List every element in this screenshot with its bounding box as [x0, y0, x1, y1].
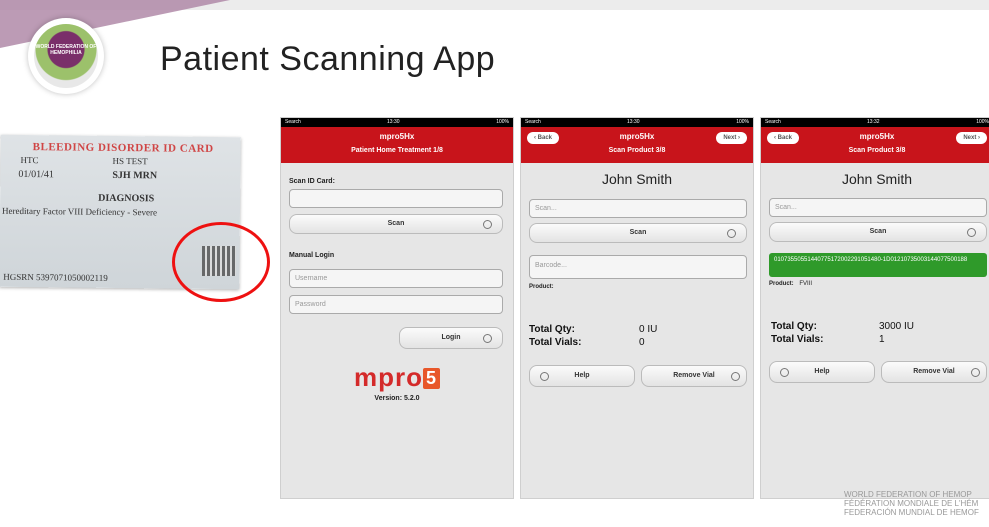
status-time: 13:30	[627, 119, 640, 125]
remove-vial-label: Remove Vial	[673, 372, 715, 379]
barcode-field[interactable]: 01073550551440775172002291051480-1D01210…	[769, 253, 987, 277]
next-button[interactable]: Next ›	[956, 132, 987, 144]
patient-name: John Smith	[601, 171, 673, 187]
footer-line-1: WORLD FEDERATION OF HEMOP	[844, 490, 972, 499]
highlight-circle	[172, 222, 270, 302]
status-bar: Search 13:30 100%	[281, 118, 513, 127]
product-value: FVIII	[799, 281, 813, 287]
product-label: Product: FVIII	[769, 281, 812, 287]
total-vials-value: 0	[639, 337, 645, 348]
status-carrier: Search	[765, 119, 781, 125]
remove-vial-label: Remove Vial	[913, 368, 955, 375]
circle-icon	[540, 372, 549, 381]
html5-shield-icon: 5	[422, 368, 440, 389]
status-battery: 100%	[976, 119, 989, 125]
screen-subtitle: Patient Home Treatment 1/8	[351, 147, 443, 154]
scan-button[interactable]: Scan	[289, 214, 503, 234]
slide: WORLD FEDERATION OF HEMOPHILIA Patient S…	[0, 0, 989, 527]
wfh-logo: WORLD FEDERATION OF HEMOPHILIA	[28, 18, 104, 94]
status-battery: 100%	[496, 119, 509, 125]
status-bar: Search 13:32 100%	[761, 118, 989, 127]
status-time: 13:32	[867, 119, 880, 125]
help-button-label: Help	[814, 368, 830, 375]
total-vials-label: Total Vials:	[529, 337, 582, 348]
product-label-text: Product:	[769, 281, 794, 287]
login-button[interactable]: Login	[399, 327, 503, 349]
circle-icon	[971, 368, 980, 377]
total-qty-value: 0 IU	[639, 324, 658, 335]
next-button[interactable]: Next ›	[716, 132, 747, 144]
nav-bar: ‹ Back mpro5Hx Next › Scan Product 3/8	[761, 127, 989, 163]
card-mrn: SJH MRN	[112, 169, 158, 182]
scan-button[interactable]: Scan	[769, 222, 987, 242]
status-time: 13:30	[387, 119, 400, 125]
manual-login-label: Manual Login	[289, 252, 335, 259]
username-field[interactable]: Username	[289, 269, 503, 288]
scan-id-label: Scan ID Card:	[289, 178, 335, 185]
card-diagnosis-heading: DIAGNOSIS	[98, 192, 155, 205]
card-hgsrn: HGSRN 5397071050002119	[3, 271, 108, 283]
help-button[interactable]: Help	[529, 365, 635, 387]
patient-name: John Smith	[841, 171, 913, 187]
footer-line-3: FEDERACIÓN MUNDIAL DE HEMOF	[844, 508, 979, 517]
total-qty-label: Total Qty:	[771, 321, 817, 332]
scan-button[interactable]: Scan	[529, 223, 747, 243]
circle-icon	[731, 372, 740, 381]
card-htc: HTC	[20, 154, 39, 166]
remove-vial-button[interactable]: Remove Vial	[641, 365, 747, 387]
card-date: 01/01/41	[18, 168, 55, 181]
total-vials-label: Total Vials:	[771, 334, 824, 345]
logo-emblem-icon	[34, 24, 98, 88]
back-button[interactable]: ‹ Back	[767, 132, 800, 144]
card-hs-test: HS TEST	[112, 155, 148, 167]
circle-icon	[780, 368, 789, 377]
total-vials-value: 1	[879, 334, 885, 345]
scan-button-label: Scan	[869, 228, 887, 235]
circle-icon	[727, 229, 736, 238]
mpro5-logo: mpro 5	[281, 362, 513, 393]
help-button-label: Help	[574, 372, 590, 379]
phone-screen-login: Search 13:30 100% mpro5Hx Patient Home T…	[280, 117, 514, 499]
login-button-label: Login	[441, 334, 461, 341]
status-battery: 100%	[736, 119, 749, 125]
back-label: Back	[777, 135, 793, 141]
app-title: mpro5Hx	[379, 132, 415, 141]
scan-field[interactable]: Scan...	[769, 198, 987, 217]
brand-text: mpro	[353, 362, 423, 392]
scan-button-label: Scan	[387, 220, 405, 227]
total-qty-value: 3000 IU	[879, 321, 915, 332]
nav-bar: mpro5Hx Patient Home Treatment 1/8	[281, 127, 513, 163]
barcode-field[interactable]: Barcode...	[529, 255, 747, 279]
logo-text: WORLD FEDERATION OF HEMOPHILIA	[35, 44, 97, 56]
next-label: Next	[963, 135, 977, 141]
nav-bar: ‹ Back mpro5Hx Next › Scan Product 3/8	[521, 127, 753, 163]
card-title: BLEEDING DISORDER ID CARD	[32, 141, 214, 155]
slide-title: Patient Scanning App	[160, 40, 496, 78]
status-bar: Search 13:30 100%	[521, 118, 753, 127]
wfh-footer: WORLD FEDERATION OF HEMOP FÉDÉRATION MON…	[844, 490, 979, 517]
circle-icon	[483, 220, 492, 229]
circle-icon	[483, 334, 492, 343]
password-field[interactable]: Password	[289, 295, 503, 314]
total-qty-label: Total Qty:	[529, 324, 575, 335]
status-carrier: Search	[285, 119, 301, 125]
scan-field[interactable]: Scan...	[529, 199, 747, 218]
card-diagnosis: Hereditary Factor VIII Deficiency - Seve…	[1, 205, 158, 218]
circle-icon	[967, 228, 976, 237]
scan-button-label: Scan	[629, 229, 647, 236]
next-label: Next	[723, 135, 737, 141]
version-label: Version: 5.2.0	[374, 395, 420, 402]
phone-screen-scan-empty: Search 13:30 100% ‹ Back mpro5Hx Next › …	[520, 117, 754, 499]
scan-id-field[interactable]	[289, 189, 503, 208]
back-button[interactable]: ‹ Back	[527, 132, 560, 144]
status-carrier: Search	[525, 119, 541, 125]
phone-screen-scan-filled: Search 13:32 100% ‹ Back mpro5Hx Next › …	[760, 117, 989, 499]
remove-vial-button[interactable]: Remove Vial	[881, 361, 987, 383]
product-label: Product:	[529, 284, 554, 290]
footer-line-2: FÉDÉRATION MONDIALE DE L'HÉM	[844, 499, 979, 508]
help-button[interactable]: Help	[769, 361, 875, 383]
back-label: Back	[537, 135, 553, 141]
